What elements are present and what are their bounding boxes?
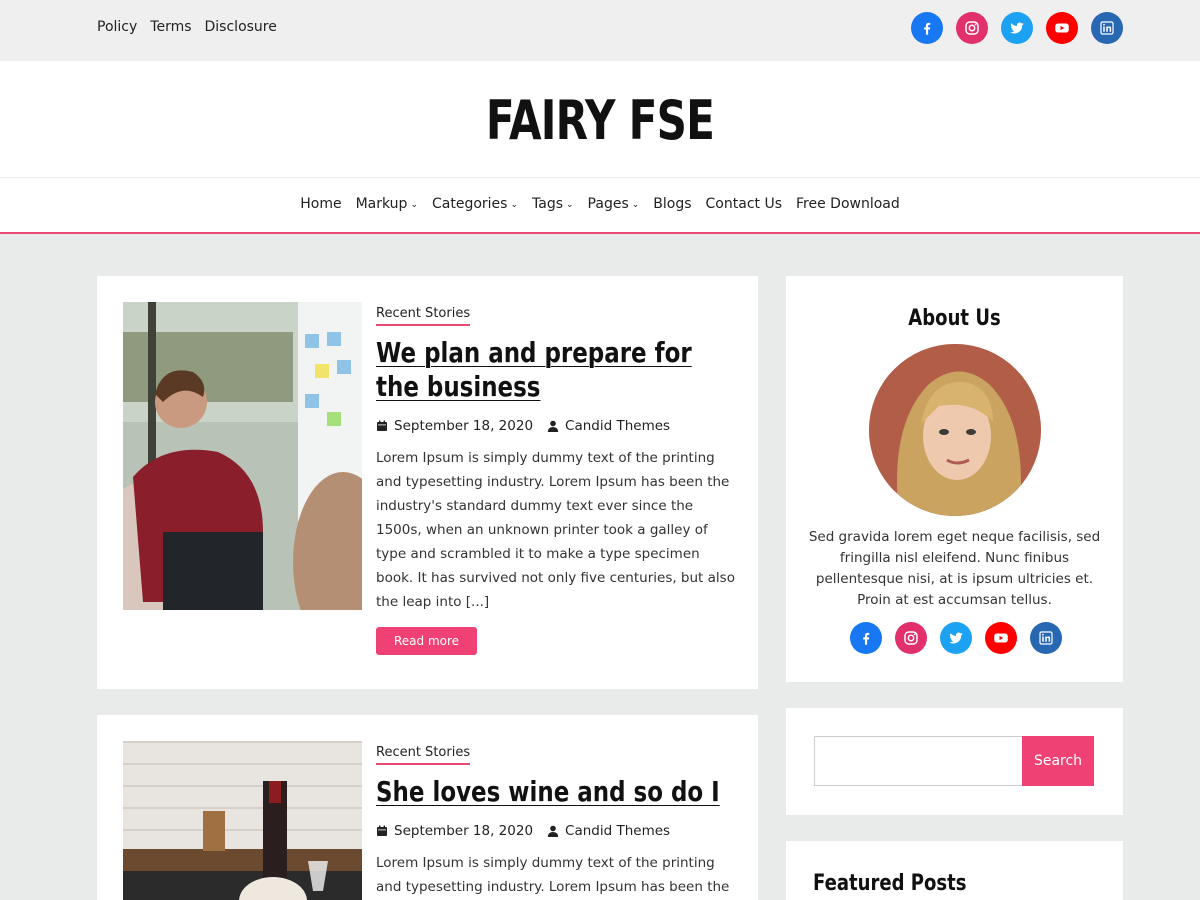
nav-item-pages[interactable]: Pages ⌄ [588,196,640,212]
post-category[interactable]: Recent Stories [376,745,471,765]
site-header: FAIRY FSE [0,61,1200,178]
post-date[interactable]: September 18, 2020 [394,418,533,434]
top-link-terms[interactable]: Terms [150,19,191,35]
nav-item-tags[interactable]: Tags ⌄ [532,196,574,212]
top-bar: Policy Terms Disclosure [0,0,1200,61]
featured-posts-widget: Featured Posts [786,841,1123,900]
nav-label: Pages [587,196,629,212]
nav-item-categories[interactable]: Categories ⌄ [432,196,518,212]
site-title[interactable]: FAIRY FSE [132,89,1068,152]
nav-label: Home [300,196,342,212]
search-widget: Search [786,708,1123,815]
post-author[interactable]: Candid Themes [565,823,670,839]
facebook-icon[interactable] [911,12,943,44]
avatar [869,344,1041,516]
nav-item-home[interactable]: Home [300,196,341,212]
post-card: Recent Stories She loves wine and so do … [97,715,758,900]
nav-label: Contact Us [705,196,782,212]
about-social-links [850,622,1062,654]
top-link-disclosure[interactable]: Disclosure [205,19,277,35]
post-excerpt: Lorem Ipsum is simply dummy text of the … [376,450,735,610]
top-links: Policy Terms Disclosure [97,19,277,35]
post-excerpt: Lorem Ipsum is simply dummy text of the … [376,855,730,895]
post-title[interactable]: We plan and prepare for the business [376,336,737,404]
nav-label: Free Download [796,196,900,212]
linkedin-icon[interactable] [1091,12,1123,44]
nav-label: Categories [431,196,508,212]
post-title[interactable]: She loves wine and so do I [376,775,737,809]
post-author[interactable]: Candid Themes [565,418,670,434]
nav-label: Blogs [653,196,692,212]
post-card: Recent Stories We plan and prepare for t… [97,276,758,689]
search-input[interactable] [814,736,1023,786]
main-nav: Home Markup ⌄ Categories ⌄ Tags ⌄ Pages ⌄ Bl… [0,178,1200,234]
chevron-down-icon: ⌄ [410,200,418,210]
nav-item-markup[interactable]: Markup ⌄ [356,196,418,212]
twitter-icon[interactable] [1001,12,1033,44]
nav-label: Tags [532,196,563,212]
post-category[interactable]: Recent Stories [376,306,471,326]
read-more-button[interactable]: Read more [376,627,478,655]
nav-item-blogs[interactable]: Blogs [653,196,691,212]
about-text: Sed gravida lorem eget neque facilisis, … [808,529,1101,608]
youtube-icon[interactable] [985,622,1017,654]
twitter-icon[interactable] [940,622,972,654]
nav-item-free-download[interactable]: Free Download [796,196,900,212]
chevron-down-icon: ⌄ [566,200,574,210]
search-button[interactable]: Search [1022,736,1094,786]
nav-item-contact[interactable]: Contact Us [706,196,782,212]
instagram-icon[interactable] [956,12,988,44]
instagram-icon[interactable] [895,622,927,654]
post-thumbnail[interactable] [123,741,362,900]
featured-title: Featured Posts [813,871,967,896]
top-social-links [911,12,1123,44]
post-meta: September 18, 2020 Candid Themes [376,823,736,839]
about-widget: About Us Sed gravida lorem eget neque fa… [786,276,1123,682]
youtube-icon[interactable] [1046,12,1078,44]
facebook-icon[interactable] [850,622,882,654]
calendar-icon [377,825,387,836]
about-title: About Us [908,306,1001,331]
user-icon [547,420,559,432]
post-date[interactable]: September 18, 2020 [394,823,533,839]
post-thumbnail[interactable] [123,302,362,610]
post-meta: September 18, 2020 Candid Themes [376,418,736,434]
chevron-down-icon: ⌄ [510,200,518,210]
calendar-icon [377,420,387,431]
linkedin-icon[interactable] [1030,622,1062,654]
top-link-policy[interactable]: Policy [97,19,137,35]
user-icon [547,825,559,837]
chevron-down-icon: ⌄ [631,200,640,210]
nav-label: Markup [355,196,408,212]
